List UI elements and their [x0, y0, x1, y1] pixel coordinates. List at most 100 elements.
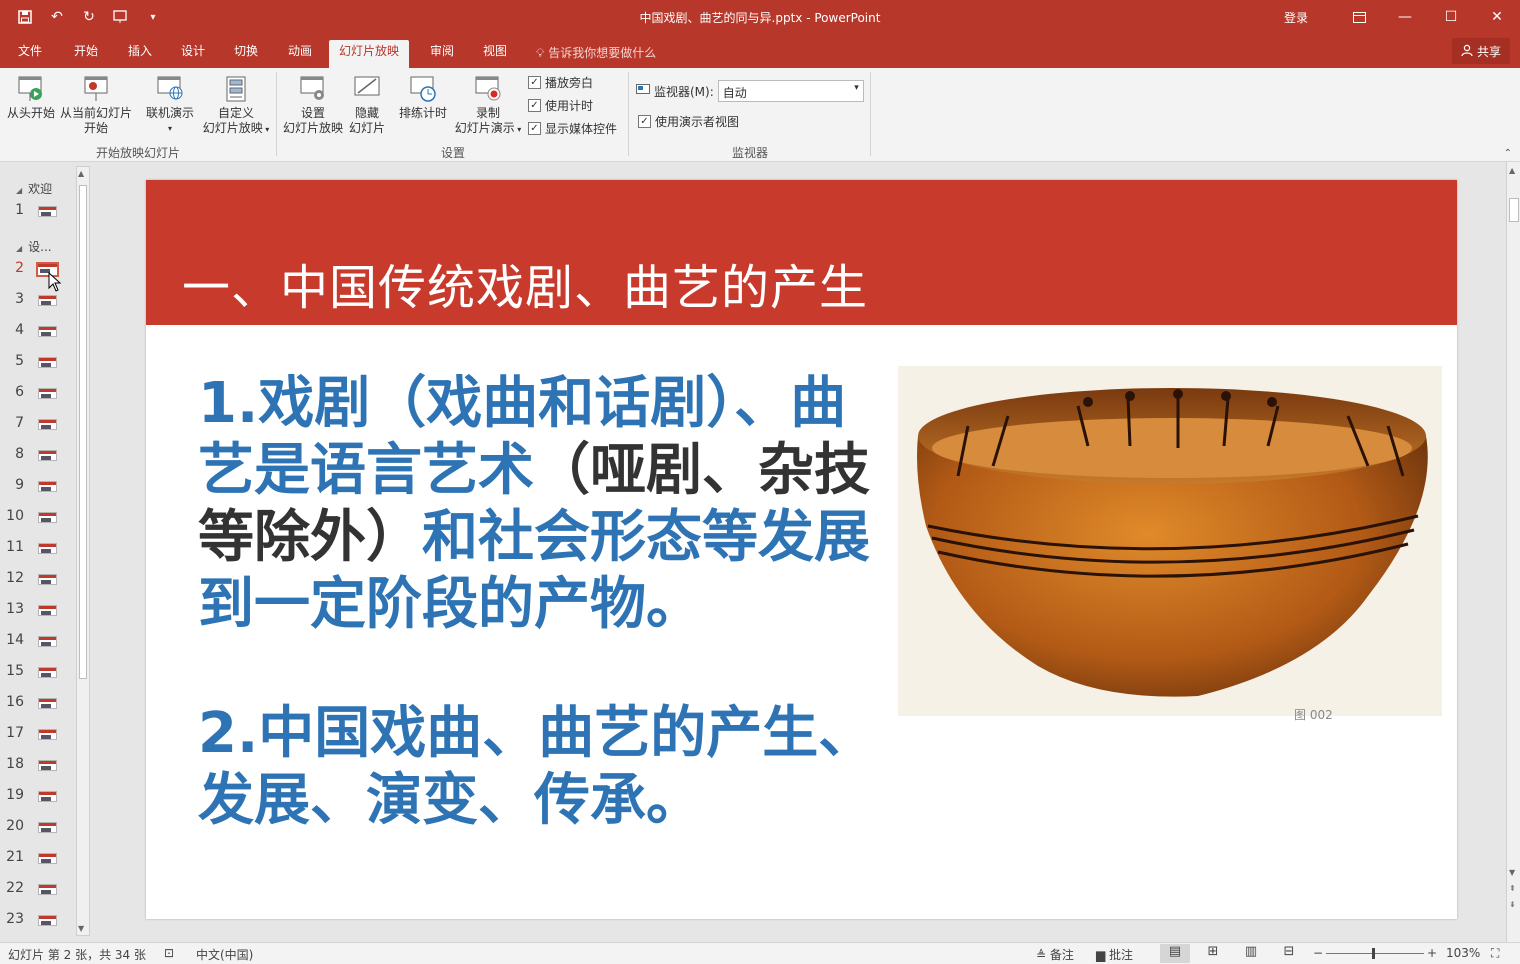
next-slide-icon[interactable]: ⇟: [1509, 900, 1516, 909]
scroll-down-icon[interactable]: ▼: [78, 924, 84, 933]
slide-body-paragraph-1[interactable]: 1.戏剧（戏曲和话剧）、曲艺是语言艺术（哑剧、杂技等除外）和社会形态等发展到一定…: [198, 370, 878, 638]
slide-thumbnail-6[interactable]: 6: [0, 384, 80, 404]
editor-scrollbar[interactable]: ▲ ▼ ⇞ ⇟: [1506, 162, 1520, 942]
custom-slideshow-button[interactable]: 自定义 幻灯片放映 ▾: [198, 74, 274, 137]
zoom-slider[interactable]: [1326, 953, 1424, 954]
language-indicator[interactable]: 中文(中国): [196, 946, 253, 963]
zoom-level[interactable]: 103%: [1446, 946, 1480, 960]
minimize-icon[interactable]: —: [1382, 0, 1428, 34]
login-link[interactable]: 登录: [1284, 9, 1308, 26]
zoom-slider-knob[interactable]: [1372, 948, 1375, 959]
hide-slide-button[interactable]: 隐藏 幻灯片: [346, 74, 388, 136]
scroll-up-icon[interactable]: ▲: [78, 169, 84, 178]
tab-insert[interactable]: 插入: [118, 40, 162, 68]
record-slideshow-label: 录制: [475, 106, 500, 120]
slide-thumbnail-4[interactable]: 4: [0, 322, 80, 342]
slide-thumbnail-22[interactable]: 22: [0, 880, 80, 900]
section-header-2[interactable]: ◢ 设...: [16, 238, 52, 255]
tab-view[interactable]: 视图: [473, 40, 517, 68]
comments-button[interactable]: ▆ 批注: [1096, 946, 1133, 963]
notes-button[interactable]: ≜ 备注: [1036, 946, 1074, 963]
fit-to-window-icon[interactable]: ⛶: [1491, 946, 1499, 961]
zoom-in-icon[interactable]: +: [1427, 946, 1437, 960]
slideshow-view-icon[interactable]: ⊟: [1274, 944, 1304, 963]
group-label-setup: 设置: [440, 146, 465, 160]
slide-thumbnail-5[interactable]: 5: [0, 353, 80, 373]
normal-view-icon[interactable]: ▤: [1160, 944, 1190, 963]
slide-thumbnail-13[interactable]: 13: [0, 601, 80, 621]
slide-number: 8: [15, 446, 24, 462]
close-icon[interactable]: ✕: [1474, 0, 1520, 34]
slide-number: 23: [6, 911, 24, 927]
setup-slideshow-button[interactable]: 设置 幻灯片放映: [282, 74, 344, 136]
present-online-label: 联机演示: [145, 106, 194, 120]
tab-transitions[interactable]: 切换: [224, 40, 268, 68]
slide-thumbnail-10[interactable]: 10: [0, 508, 80, 528]
tell-me-box[interactable]: 💡︎ 告诉我你想要做什么: [536, 44, 656, 61]
scrollbar-thumb[interactable]: [79, 185, 87, 679]
slide-body-paragraph-2[interactable]: 2.中国戏曲、曲艺的产生、发展、演变、传承。: [198, 700, 878, 834]
slide-number: 17: [6, 725, 24, 741]
slide-thumbnail-8[interactable]: 8: [0, 446, 80, 466]
slide-thumbnail-11[interactable]: 11: [0, 539, 80, 559]
slide-thumbnail-3[interactable]: 3: [0, 291, 80, 311]
slide-thumbnail-7[interactable]: 7: [0, 415, 80, 435]
tab-design[interactable]: 设计: [171, 40, 215, 68]
use-timings-checkbox[interactable]: ✓ 使用计时: [528, 97, 593, 114]
previous-slide-icon[interactable]: ⇞: [1509, 884, 1516, 893]
zoom-out-icon[interactable]: −: [1313, 946, 1323, 960]
slide-thumbnail-23[interactable]: 23: [0, 911, 80, 931]
present-online-button[interactable]: 联机演示 ▾: [144, 74, 196, 136]
thumbnail-scrollbar[interactable]: ▲ ▼: [76, 166, 90, 936]
painted-pottery-bowl-image[interactable]: 图 002: [898, 366, 1442, 722]
share-button[interactable]: 共享: [1452, 38, 1510, 64]
slide-thumbnail-17[interactable]: 17: [0, 725, 80, 745]
checkmark-icon: ✓: [528, 99, 541, 112]
slide-thumbnail-image: [38, 388, 57, 399]
slide-thumbnail-14[interactable]: 14: [0, 632, 80, 652]
slide-thumbnail-20[interactable]: 20: [0, 818, 80, 838]
slide-sorter-icon[interactable]: ⊞: [1198, 944, 1228, 963]
tab-slideshow[interactable]: 幻灯片放映: [329, 40, 410, 68]
slide-thumbnail-1[interactable]: 1: [0, 202, 80, 222]
current-slide[interactable]: 一、中国传统戏剧、曲艺的产生 1.戏剧（戏曲和话剧）、曲艺是语言艺术（哑剧、杂技…: [146, 180, 1457, 919]
tab-review[interactable]: 审阅: [420, 40, 464, 68]
maximize-icon[interactable]: ☐: [1428, 0, 1474, 34]
slide-thumbnail-21[interactable]: 21: [0, 849, 80, 869]
slide-title[interactable]: 一、中国传统戏剧、曲艺的产生: [182, 248, 868, 318]
slide-thumbnail-18[interactable]: 18: [0, 756, 80, 776]
slide-thumbnail-12[interactable]: 12: [0, 570, 80, 590]
ribbon-display-options-icon[interactable]: [1336, 0, 1382, 34]
section-header-welcome[interactable]: ◢ 欢迎: [16, 180, 52, 197]
slide-thumbnail-16[interactable]: 16: [0, 694, 80, 714]
record-slideshow-icon: [473, 74, 503, 104]
play-narrations-checkbox[interactable]: ✓ 播放旁白: [528, 74, 593, 91]
lightbulb-icon: 💡︎: [536, 46, 545, 60]
slide-thumbnail-19[interactable]: 19: [0, 787, 80, 807]
scroll-up-icon[interactable]: ▲: [1509, 166, 1515, 175]
monitor-icon: [636, 83, 650, 99]
spellcheck-icon[interactable]: ⊡: [164, 946, 174, 960]
presenter-view-checkbox[interactable]: ✓ 使用演示者视图: [638, 113, 739, 130]
person-icon: [1461, 44, 1473, 59]
from-current-button[interactable]: 从当前幻灯片 开始: [58, 74, 134, 136]
tab-animations[interactable]: 动画: [278, 40, 322, 68]
slide-thumbnail-2[interactable]: 2: [0, 260, 80, 280]
slide-thumbnail-9[interactable]: 9: [0, 477, 80, 497]
monitor-select[interactable]: 自动 ▾: [717, 80, 864, 102]
reading-view-icon[interactable]: ▥: [1236, 944, 1266, 963]
from-beginning-button[interactable]: 从头开始: [6, 74, 56, 121]
checkmark-icon: ✓: [638, 115, 651, 128]
slide-thumbnail-image: [38, 791, 57, 802]
rehearse-timings-button[interactable]: 排练计时: [396, 74, 450, 121]
record-slideshow-button[interactable]: 录制 幻灯片演示 ▾: [452, 74, 524, 137]
tab-file[interactable]: 文件: [8, 40, 52, 68]
slide-thumbnail-15[interactable]: 15: [0, 663, 80, 683]
collapse-ribbon-icon[interactable]: ⌃: [1504, 148, 1512, 159]
tab-home[interactable]: 开始: [64, 40, 108, 68]
show-media-controls-checkbox[interactable]: ✓ 显示媒体控件: [528, 120, 617, 137]
slide-number: 18: [6, 756, 24, 772]
rehearse-timings-icon: [408, 74, 438, 104]
scroll-down-icon[interactable]: ▼: [1509, 868, 1515, 877]
scrollbar-thumb[interactable]: [1509, 198, 1519, 222]
